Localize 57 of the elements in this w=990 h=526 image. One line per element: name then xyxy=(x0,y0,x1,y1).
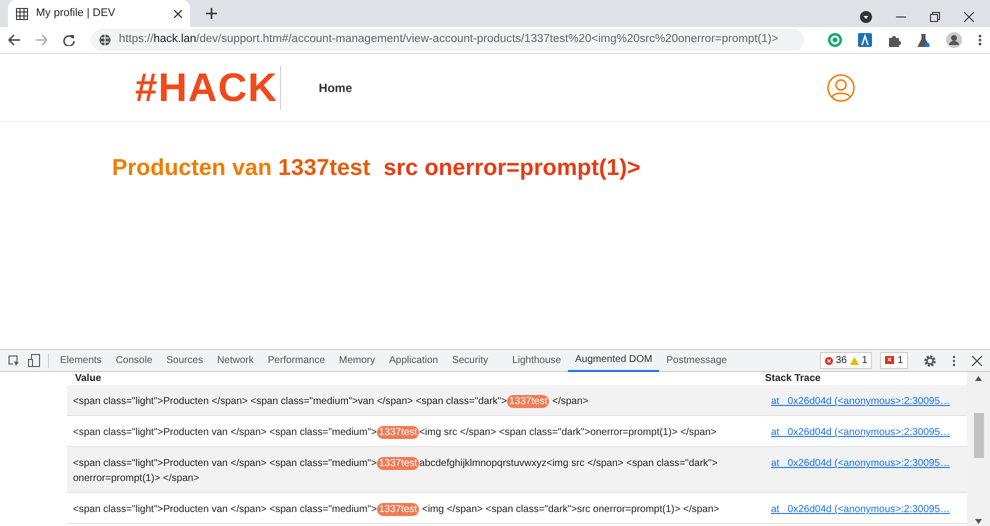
devtools-tab[interactable]: Sources xyxy=(159,350,210,372)
address-bar[interactable]: https://hack.lan/dev/support.htm#/account-management/view-account-products/1337test%20<img%20src%20onerror=prompt(1)> xyxy=(90,29,804,51)
issues-counter[interactable]: 1 xyxy=(880,352,908,369)
devtools-tab[interactable]: Memory xyxy=(332,350,382,372)
more-icon[interactable] xyxy=(952,354,956,366)
restore-icon[interactable] xyxy=(930,12,940,22)
devtools-tab[interactable]: Network xyxy=(210,350,261,372)
inspect-icon[interactable] xyxy=(8,354,20,366)
stack-trace-link[interactable]: at _0x26d04d (<anonymous>:2:30095… xyxy=(771,456,950,471)
devtools-tab[interactable]: Performance xyxy=(260,350,332,372)
table-cell-text: <span class="light">Producten </span> <span class="medium">van </span> <span class="dark"> 1337test </span> xyxy=(73,394,590,409)
devtools-tab[interactable]: Postmessage xyxy=(659,350,734,372)
scroll-down-icon[interactable] xyxy=(975,519,982,524)
close-icon[interactable] xyxy=(972,356,982,366)
scrollbar-thumb[interactable] xyxy=(974,412,984,458)
devtools-tab[interactable]: Console xyxy=(108,350,160,372)
devtools-tab[interactable]: Elements xyxy=(53,350,109,372)
device-icon[interactable] xyxy=(28,354,40,367)
settings-icon[interactable] xyxy=(924,354,936,366)
error-icon xyxy=(824,356,833,364)
menu-icon[interactable] xyxy=(978,34,982,46)
close-icon[interactable] xyxy=(964,12,974,22)
stack-trace-link[interactable]: at _0x26d04d (<anonymous>:2:30095… xyxy=(771,425,950,440)
url-text: https://hack.lan/dev/support.htm#/account-management/view-account-products/1337test%20<img%20src%20onerror=prompt(1)> xyxy=(118,32,778,48)
devtools-tab[interactable]: Security xyxy=(445,350,496,372)
page-heading: Producten van 1337test src onerror=prompt(1)> xyxy=(112,154,642,182)
error-warning-counter[interactable]: 36 1 xyxy=(820,352,872,369)
column-header: Value xyxy=(75,373,102,385)
new-tab-icon[interactable] xyxy=(206,8,217,19)
user-icon[interactable] xyxy=(827,74,855,102)
table-cell-text: <span class="light">Producten van </span> <span class="medium"> 1337test <img </span> <span class="dark">src onerror=prompt(1)> </span> xyxy=(73,502,720,517)
stack-trace-link[interactable]: at _0x26d04d (<anonymous>:2:30095… xyxy=(771,502,950,517)
puzzle-icon[interactable] xyxy=(888,34,902,46)
table-cell-text: <span class="light">Producten van </span> <span class="medium"> 1337test abcdefghijklmnopqrstuvwxyz<img src </span> <span class="dark"> onerror=prompt(1)> </span> xyxy=(73,456,719,486)
nav-link[interactable]: Home xyxy=(318,78,352,96)
avatar-icon[interactable] xyxy=(946,32,962,48)
browser-tab[interactable]: My profile | DEV xyxy=(8,0,190,27)
issue-icon xyxy=(885,356,894,365)
reload-icon[interactable] xyxy=(63,34,75,46)
site-icon xyxy=(16,8,28,20)
logo[interactable]: #HACK xyxy=(135,66,281,110)
warning-icon xyxy=(850,356,859,364)
profile-menu-icon[interactable] xyxy=(860,11,872,23)
table-cell-text: <span class="light">Producten van </span> <span class="medium"> 1337test <img src </span> <span class="dark">onerror=prompt(1)> </span> xyxy=(73,425,718,440)
extension-icon[interactable] xyxy=(828,33,842,47)
devtools-tab[interactable]: Lighthouse xyxy=(505,350,568,372)
devtools-tab[interactable]: Application xyxy=(382,350,446,372)
tab-title: My profile | DEV xyxy=(36,6,116,22)
close-icon[interactable] xyxy=(174,10,182,18)
globe-icon xyxy=(98,34,111,46)
back-icon[interactable] xyxy=(8,34,20,46)
stack-trace-link[interactable]: at _0x26d04d (<anonymous>:2:30095… xyxy=(771,394,950,409)
column-header: Stack Trace xyxy=(765,373,821,385)
devtools-tab[interactable]: Augmented DOM xyxy=(568,350,660,372)
flask-icon[interactable] xyxy=(917,34,930,46)
extension-icon[interactable] xyxy=(858,33,872,47)
scroll-up-icon[interactable] xyxy=(975,376,982,381)
